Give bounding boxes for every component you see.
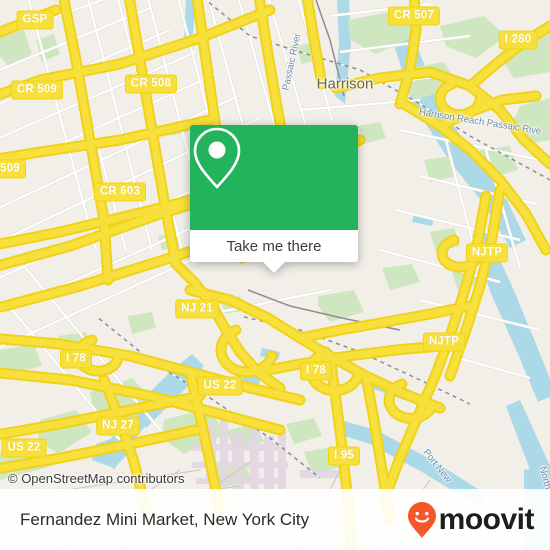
- road-shield: 509: [0, 159, 26, 179]
- map-vector-art: .w{fill:#abd9e8} .pk{fill:#cfe7c0} .bld{…: [0, 0, 550, 550]
- road-shield: NJ 21: [175, 299, 219, 319]
- footer-bar: Fernandez Mini Market, New York City moo…: [0, 489, 550, 550]
- popup-tail: [263, 262, 285, 273]
- road-shield: I 95: [328, 446, 360, 466]
- road-shield: I 78: [300, 361, 332, 381]
- popup-icon-panel: [190, 125, 358, 230]
- map-canvas[interactable]: .w{fill:#abd9e8} .pk{fill:#cfe7c0} .bld{…: [0, 0, 550, 550]
- road-shield: NJ 27: [96, 416, 140, 436]
- road-shield: US 22: [197, 376, 243, 396]
- road-shield: US 22: [1, 438, 47, 458]
- moovit-wordmark: moovit: [438, 502, 535, 536]
- map-attribution[interactable]: © OpenStreetMap contributors: [8, 471, 185, 486]
- road-shield: CR 508: [124, 74, 178, 94]
- take-me-there-label: Take me there: [226, 237, 322, 255]
- moovit-logo[interactable]: moovit: [407, 501, 535, 539]
- location-popup[interactable]: Take me there: [190, 125, 358, 273]
- moovit-map-screen: .w{fill:#abd9e8} .pk{fill:#cfe7c0} .bld{…: [0, 0, 550, 550]
- road-shield: GSP: [16, 10, 54, 30]
- road-shield: I 78: [60, 349, 92, 369]
- moovit-pin-icon: [407, 501, 436, 538]
- place-label: Harrison: [316, 75, 374, 93]
- road-shield: CR 509: [10, 80, 64, 100]
- road-shield: NJTP: [465, 243, 509, 263]
- take-me-there-button[interactable]: Take me there: [190, 230, 358, 262]
- location-title: Fernandez Mini Market, New York City: [20, 509, 310, 529]
- map-pin-icon: [193, 127, 241, 189]
- road-shield: CR 507: [387, 6, 441, 26]
- road-shield: I 280: [498, 30, 538, 50]
- road-shield: CR 603: [93, 182, 147, 202]
- road-shield: NJTP: [422, 332, 466, 352]
